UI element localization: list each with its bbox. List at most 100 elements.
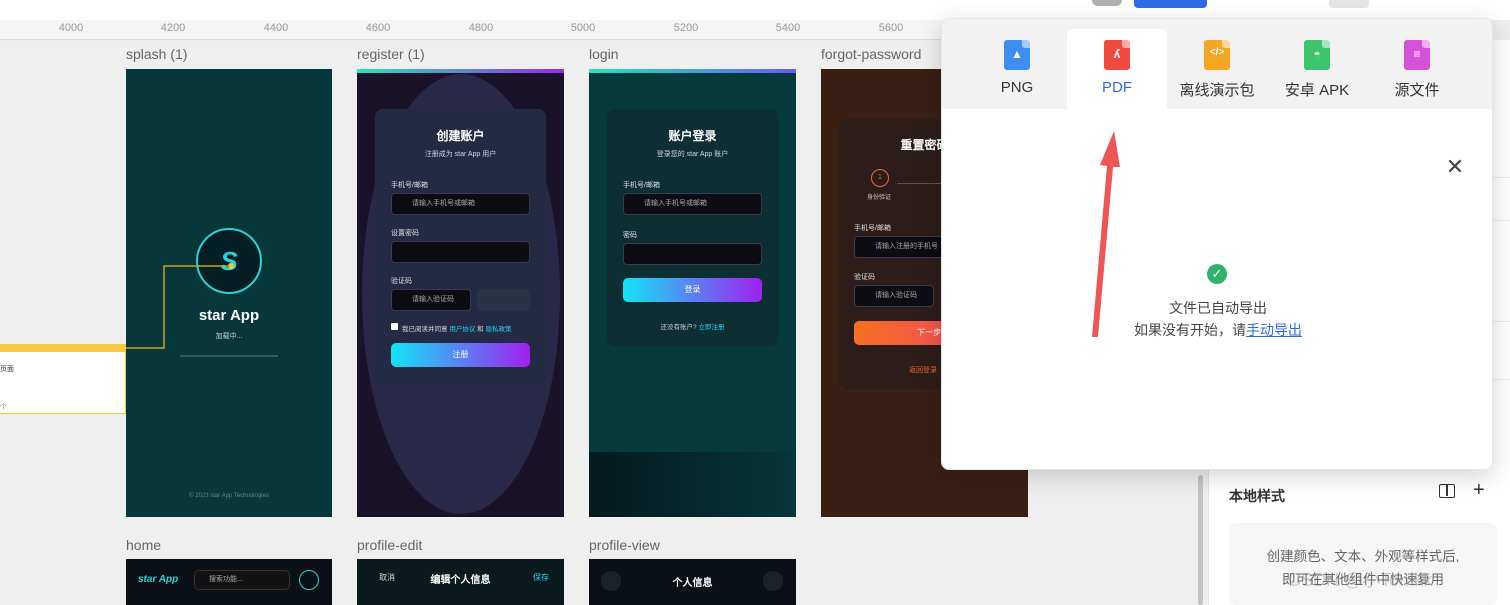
login-password-input[interactable] [623, 243, 762, 265]
manual-export-prefix: 如果没有开始，请 [1134, 322, 1246, 338]
home-avatar-icon[interactable] [299, 570, 319, 590]
forgot-code-input[interactable]: 请输入验证码 [854, 285, 934, 307]
agree-checkbox[interactable] [391, 323, 398, 330]
profile-view-menu-icon[interactable] [763, 571, 783, 591]
step-label: 身份验证 [867, 195, 892, 201]
login-frame[interactable]: 账户登录 登录您的 star App 账户 手机号/邮箱 请输入手机号或邮箱 密… [589, 69, 796, 517]
login-phone-input[interactable]: 请输入手机号或邮箱 [623, 193, 762, 215]
manual-export-link[interactable]: 手动导出 [1246, 322, 1302, 338]
tab-label: 离线演示包 [1179, 82, 1255, 99]
ruler-tick: 4200 [160, 22, 186, 34]
register-password-label: 设置密码 [391, 230, 419, 237]
pdf-file-icon: ʎ [1104, 40, 1130, 70]
tab-label: PNG [1000, 79, 1034, 96]
frame-label-login[interactable]: login [589, 46, 619, 62]
agree-prefix: 我已阅读并同意 [402, 326, 448, 333]
book-icon[interactable] [1439, 484, 1455, 498]
login-subtitle: 登录您的 star App 账户 [656, 151, 729, 158]
splash-footer: © 2023 star App Technologies [189, 493, 269, 499]
step-indicator: 1 [871, 169, 889, 187]
login-phone-label: 手机号/邮箱 [623, 182, 660, 189]
tab-android-apk[interactable]: ◓ 安卓 APK [1267, 29, 1367, 109]
login-title: 账户登录 [668, 129, 717, 143]
frame-label-register[interactable]: register (1) [357, 46, 425, 62]
profile-view-frame[interactable]: 个人信息 [589, 559, 796, 605]
local-styles-title: 本地样式 [1229, 488, 1285, 504]
frame-label-home[interactable]: home [126, 537, 161, 553]
user-avatar[interactable] [1092, 0, 1122, 6]
register-code-label: 验证码 [391, 278, 412, 285]
local-styles-hint-box: 创建颜色、文本、外观等样式后, 即可在其他组件中快速复用 [1229, 523, 1497, 605]
frame-label-profile-view[interactable]: profile-view [589, 537, 660, 553]
ruler-tick: 5200 [673, 22, 699, 34]
android-file-icon: ◓ [1304, 40, 1330, 70]
close-icon[interactable]: ✕ [1445, 156, 1465, 178]
tab-source-file[interactable]: ≡ 源文件 [1367, 29, 1467, 109]
flow-node-card[interactable]: 页面 个 [0, 344, 126, 414]
register-submit-button[interactable]: 注册 [391, 343, 530, 367]
frame-label-forgot[interactable]: forgot-password [821, 46, 921, 62]
home-frame[interactable]: star App 搜索功能... [126, 559, 332, 605]
home-search-input[interactable]: 搜索功能... [194, 570, 290, 590]
top-toolbar [0, 0, 1510, 20]
home-brand: star App [138, 574, 179, 585]
register-frame[interactable]: 创建账户 注册成为 star App 用户 手机号/邮箱 请输入手机号或邮箱 设… [357, 69, 564, 517]
register-subtitle: 注册成为 star App 用户 [424, 151, 497, 158]
profile-edit-save[interactable]: 保存 [533, 572, 549, 583]
send-code-button[interactable] [477, 289, 530, 311]
watermark-text: CSDN @小Tomkk [1288, 570, 1433, 590]
tab-label: PDF [1102, 79, 1132, 96]
add-style-icon[interactable]: + [1473, 480, 1485, 500]
register-password-input[interactable] [391, 241, 530, 263]
login-password-label: 密码 [623, 232, 637, 239]
tab-pdf[interactable]: ʎ PDF [1067, 29, 1167, 109]
ruler-tick: 5400 [775, 22, 801, 34]
login-top-bar [589, 69, 796, 73]
forgot-code-label: 验证码 [854, 274, 875, 281]
export-status-text: 文件已自动导出 [1169, 300, 1267, 316]
tab-label: 源文件 [1394, 82, 1440, 99]
export-format-tabs: ▲ PNG ʎ PDF </> 离线演示包 ◓ 安卓 APK ≡ 源文件 [942, 19, 1492, 109]
image-file-icon: ▲ [1004, 40, 1030, 70]
frame-label-profile-edit[interactable]: profile-edit [357, 537, 422, 553]
ruler-tick: 4600 [365, 22, 391, 34]
toolbar-button[interactable] [1329, 0, 1369, 8]
register-top-bar [357, 69, 564, 73]
register-code-input[interactable]: 请输入验证码 [391, 289, 471, 311]
register-prompt: 还没有账户? 立即注册 [589, 321, 796, 331]
flow-node-meta: 个 [0, 404, 7, 411]
tab-png[interactable]: ▲ PNG [967, 29, 1067, 109]
share-button[interactable] [1134, 0, 1207, 8]
frame-label-splash[interactable]: splash (1) [126, 46, 187, 62]
ruler-tick: 4400 [263, 22, 289, 34]
document-file-icon: ≡ [1404, 40, 1430, 70]
annotation-arrow [1092, 131, 1120, 337]
user-agreement-link[interactable]: 用户协议 [449, 326, 475, 333]
register-phone-input[interactable]: 请输入手机号或邮箱 [391, 193, 530, 215]
forgot-phone-label: 手机号/邮箱 [854, 225, 891, 232]
back-to-login-link[interactable]: 返回登录 [909, 365, 937, 375]
profile-edit-frame[interactable]: 取消 编辑个人信息 保存 [357, 559, 564, 605]
login-card [607, 109, 778, 346]
agree-text: 我已阅读并同意 用户协议 和 隐私政策 [402, 323, 511, 333]
login-bottom-band [589, 452, 796, 517]
privacy-policy-link[interactable]: 隐私政策 [485, 326, 511, 333]
canvas-scrollbar[interactable] [1198, 475, 1203, 605]
tab-offline-package[interactable]: </> 离线演示包 [1167, 29, 1267, 109]
hint-line-1: 创建颜色、文本、外观等样式后, [1266, 549, 1460, 564]
export-dialog: ▲ PNG ʎ PDF </> 离线演示包 ◓ 安卓 APK ≡ 源文件 ✕ ✓… [941, 18, 1493, 470]
tab-label: 安卓 APK [1284, 82, 1350, 99]
register-now-link[interactable]: 立即注册 [698, 324, 724, 331]
ruler-tick: 4000 [58, 22, 84, 34]
success-check-icon: ✓ [1207, 264, 1227, 284]
agree-and: 和 [477, 326, 484, 333]
ruler-tick: 4800 [468, 22, 494, 34]
no-account-text: 还没有账户? [660, 324, 697, 331]
login-submit-button[interactable]: 登录 [623, 278, 762, 302]
register-title: 创建账户 [436, 129, 485, 143]
ruler-tick: 5600 [878, 22, 904, 34]
splash-progress-bar [180, 355, 278, 357]
code-file-icon: </> [1204, 40, 1230, 70]
register-phone-label: 手机号/邮箱 [391, 182, 428, 189]
flow-node-text: 页面 [0, 366, 14, 373]
